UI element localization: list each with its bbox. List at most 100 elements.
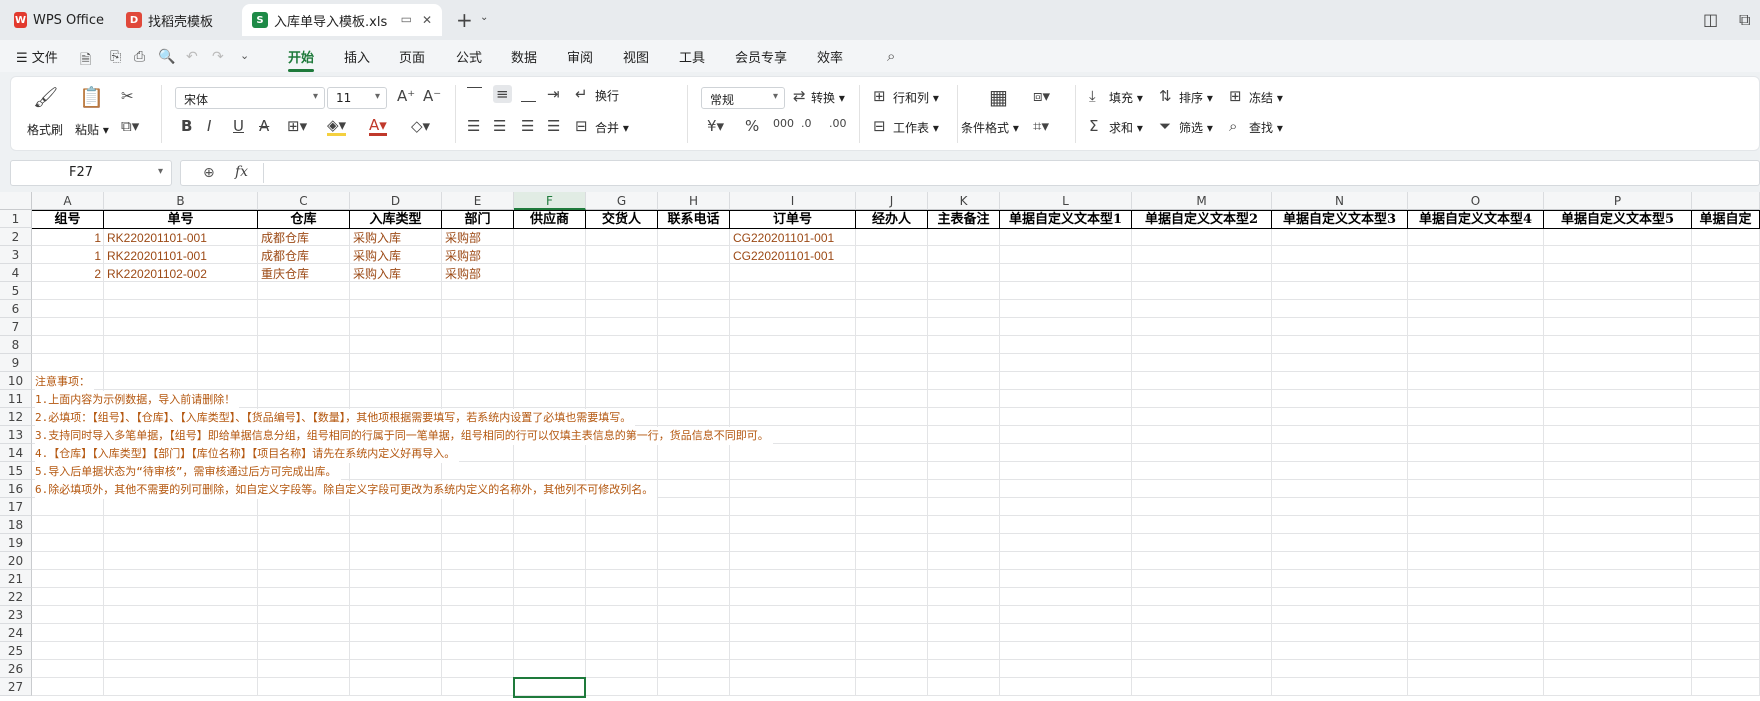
table-data-cell[interactable]: 成都仓库: [258, 247, 350, 265]
grid-cell[interactable]: [350, 606, 442, 624]
conditional-format-button[interactable]: 条件格式 ▾: [961, 119, 1019, 136]
grid-cell[interactable]: [1132, 480, 1272, 498]
grid-cell[interactable]: [1272, 534, 1408, 552]
grid-cell[interactable]: [442, 336, 514, 354]
grid-cell[interactable]: [514, 336, 586, 354]
row-header[interactable]: 19: [0, 534, 32, 552]
menu-view[interactable]: 视图: [623, 47, 649, 66]
grid-cell[interactable]: [928, 534, 1000, 552]
grid-cell[interactable]: [658, 678, 730, 696]
grid-cell[interactable]: [1272, 372, 1408, 390]
menu-member[interactable]: 会员专享: [735, 47, 787, 66]
grid-cell[interactable]: [104, 534, 258, 552]
grid-cell[interactable]: [32, 624, 104, 642]
grid-cell[interactable]: [658, 282, 730, 300]
cut-icon[interactable]: ✂: [121, 87, 134, 105]
grid-cell[interactable]: [104, 282, 258, 300]
grid-cell[interactable]: [350, 390, 442, 408]
chevron-down-icon[interactable]: ⌄: [240, 49, 249, 62]
grid-cell[interactable]: [856, 642, 928, 660]
grid-cell[interactable]: [1544, 642, 1692, 660]
column-header[interactable]: [1692, 192, 1760, 210]
table-data-cell[interactable]: RK220201101-001: [104, 247, 258, 265]
conditional-format-icon[interactable]: ▦: [989, 85, 1008, 109]
sort-icon[interactable]: ⇅: [1159, 87, 1172, 105]
grid-cell[interactable]: [658, 552, 730, 570]
column-header[interactable]: E: [442, 192, 514, 210]
grid-cell[interactable]: [32, 534, 104, 552]
table-data-cell[interactable]: 采购入库: [350, 229, 442, 247]
table-data-cell[interactable]: [730, 265, 856, 283]
row-header[interactable]: 15: [0, 462, 32, 480]
grid-cell[interactable]: [856, 678, 928, 696]
grid-cell[interactable]: [1408, 624, 1544, 642]
grid-cell[interactable]: [658, 264, 730, 282]
grid-cell[interactable]: [658, 228, 730, 246]
grid-cell[interactable]: [1544, 444, 1692, 462]
formula-input[interactable]: ⊕ fx: [180, 160, 1760, 186]
thousands-icon[interactable]: 000: [773, 117, 794, 130]
grid-cell[interactable]: [856, 228, 928, 246]
strikethrough-icon[interactable]: A: [259, 117, 269, 135]
grid-cell[interactable]: [928, 336, 1000, 354]
grid-cell[interactable]: [514, 534, 586, 552]
grid-cell[interactable]: [1544, 354, 1692, 372]
grid-cell[interactable]: [1544, 660, 1692, 678]
menu-file[interactable]: ☰ 文件: [16, 47, 58, 66]
menu-review[interactable]: 审阅: [567, 47, 593, 66]
grid-cell[interactable]: [350, 642, 442, 660]
grid-cell[interactable]: [32, 588, 104, 606]
grid-cell[interactable]: [1000, 228, 1132, 246]
grid-cell[interactable]: [1272, 408, 1408, 426]
column-header[interactable]: F: [514, 192, 586, 210]
grid-cell[interactable]: [856, 444, 928, 462]
grid-cell[interactable]: [658, 534, 730, 552]
grid-cell[interactable]: [658, 660, 730, 678]
grid-cell[interactable]: [1000, 678, 1132, 696]
grid-cell[interactable]: [586, 300, 658, 318]
grid-cell[interactable]: [586, 660, 658, 678]
column-header[interactable]: A: [32, 192, 104, 210]
grid-cell[interactable]: [658, 606, 730, 624]
border-icon[interactable]: ⊞▾: [287, 117, 307, 135]
grid-cell[interactable]: [730, 444, 856, 462]
grid-cell[interactable]: [1272, 426, 1408, 444]
menu-home[interactable]: 开始: [288, 47, 315, 72]
grid-cell[interactable]: [258, 300, 350, 318]
row-header[interactable]: 5: [0, 282, 32, 300]
grid-cell[interactable]: [1408, 534, 1544, 552]
grid-cell[interactable]: [1272, 606, 1408, 624]
grid-cell[interactable]: [928, 318, 1000, 336]
grid-cell[interactable]: [586, 336, 658, 354]
grid-cell[interactable]: [928, 660, 1000, 678]
grid-cell[interactable]: [856, 264, 928, 282]
grid-cell[interactable]: [1692, 318, 1760, 336]
grid-cell[interactable]: [586, 282, 658, 300]
menu-page[interactable]: 页面: [399, 47, 425, 66]
grid-cell[interactable]: [1272, 570, 1408, 588]
grid-cell[interactable]: [514, 606, 586, 624]
grid-cell[interactable]: [658, 462, 730, 480]
grid-cell[interactable]: [104, 660, 258, 678]
paste-icon[interactable]: 📋: [79, 85, 104, 109]
grid-cell[interactable]: [350, 516, 442, 534]
grid-cell[interactable]: [1544, 570, 1692, 588]
font-size-select[interactable]: 11 ▾: [327, 87, 387, 109]
grid-cell[interactable]: [1132, 282, 1272, 300]
grid-cell[interactable]: [514, 552, 586, 570]
spreadsheet-grid[interactable]: A B C D E F G H I J K L M N O P 1 2 3 4 5 6 7 8 9 10 11 12 13 14 15 16 1…: [0, 192, 1760, 701]
grid-cell[interactable]: [1544, 516, 1692, 534]
grid-cell[interactable]: [730, 480, 856, 498]
row-col-icon[interactable]: ⊞: [873, 87, 886, 105]
grid-cell[interactable]: [514, 318, 586, 336]
grid-cell[interactable]: [1692, 372, 1760, 390]
grid-cell[interactable]: [1132, 642, 1272, 660]
grid-cell[interactable]: [1000, 390, 1132, 408]
find-button[interactable]: 查找 ▾: [1249, 119, 1283, 136]
grid-cell[interactable]: [1692, 462, 1760, 480]
grid-cell[interactable]: [1408, 354, 1544, 372]
grid-cell[interactable]: [1272, 588, 1408, 606]
column-header[interactable]: O: [1408, 192, 1544, 210]
grid-cell[interactable]: [1408, 408, 1544, 426]
format-painter-button[interactable]: 格式刷: [27, 121, 63, 138]
